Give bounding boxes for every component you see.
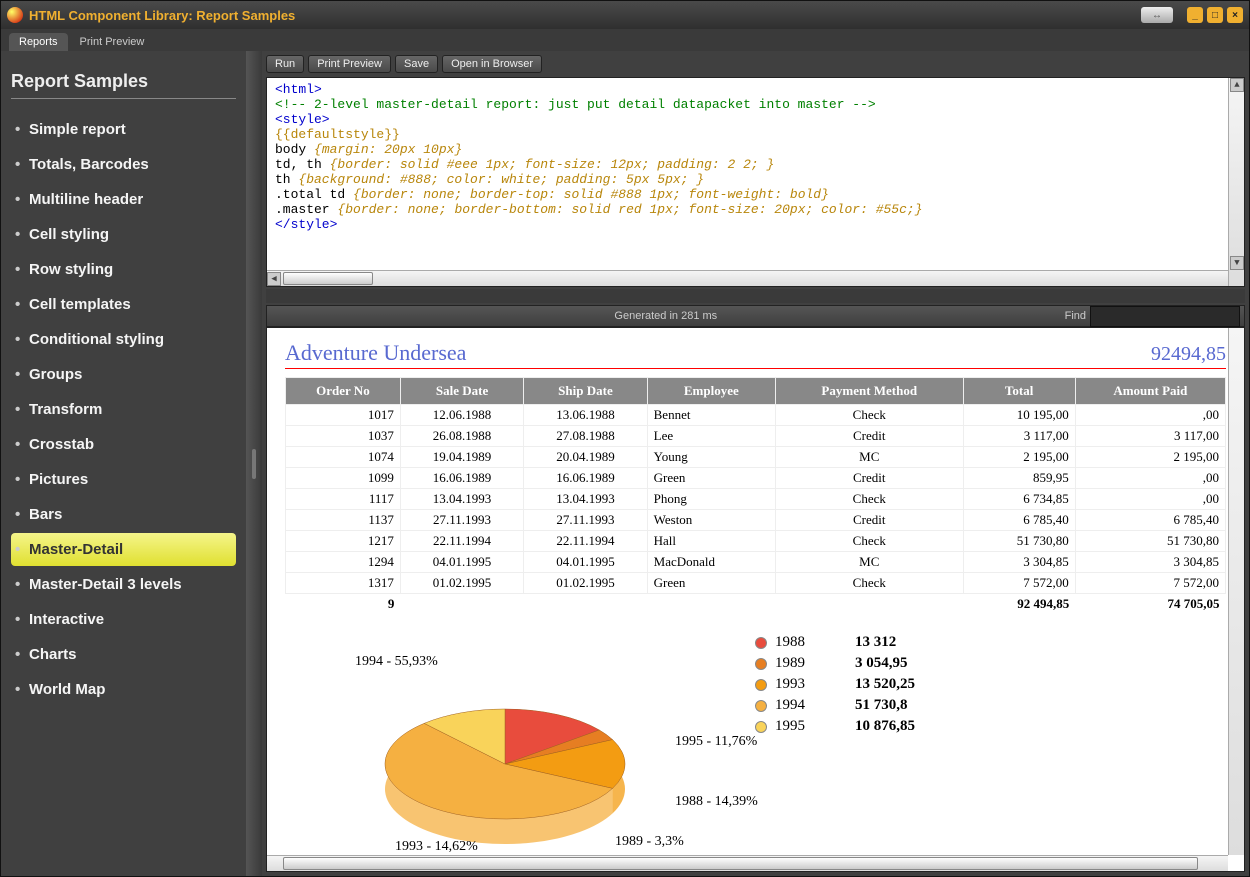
sidebar-item-cell-templates[interactable]: Cell templates [11, 288, 236, 321]
tab-print-preview[interactable]: Print Preview [70, 33, 155, 51]
run-button[interactable]: Run [266, 55, 304, 73]
table-total-row: 992 494,8574 705,05 [286, 594, 1226, 615]
sidebar-item-row-styling[interactable]: Row styling [11, 253, 236, 286]
col-header: Total [963, 378, 1075, 405]
sidebar-item-simple-report[interactable]: Simple report [11, 113, 236, 146]
sidebar-item-world-map[interactable]: World Map [11, 673, 236, 706]
sidebar-item-multiline-header[interactable]: Multiline header [11, 183, 236, 216]
pie-slice-label: 1993 - 14,62% [395, 839, 478, 855]
col-header: Amount Paid [1075, 378, 1225, 405]
master-header: Adventure Undersea 92494,85 [285, 340, 1226, 369]
sidebar-item-totals-barcodes[interactable]: Totals, Barcodes [11, 148, 236, 181]
legend-item: 198813 312 [755, 634, 915, 651]
detail-table: Order NoSale DateShip DateEmployeePaymen… [285, 377, 1226, 614]
sidebar-item-interactive[interactable]: Interactive [11, 603, 236, 636]
sidebar-item-charts[interactable]: Charts [11, 638, 236, 671]
fullscreen-toggle-button[interactable]: ↔ [1141, 7, 1173, 23]
sidebar-item-conditional-styling[interactable]: Conditional styling [11, 323, 236, 356]
main-tabbar: Reports Print Preview [1, 29, 1249, 51]
maximize-button[interactable]: □ [1207, 7, 1223, 23]
sidebar-item-crosstab[interactable]: Crosstab [11, 428, 236, 461]
app-window: HTML Component Library: Report Samples ↔… [0, 0, 1250, 877]
sidebar-item-groups[interactable]: Groups [11, 358, 236, 391]
scroll-thumb[interactable] [283, 857, 1198, 870]
master-total: 92494,85 [1151, 343, 1226, 366]
sidebar-item-bars[interactable]: Bars [11, 498, 236, 531]
status-bar: Generated in 281 ms Find [266, 305, 1245, 327]
minimize-button[interactable]: _ [1187, 7, 1203, 23]
table-row: 113727.11.199327.11.1993WestonCredit6 78… [286, 510, 1226, 531]
find-input[interactable] [1090, 306, 1240, 327]
col-header: Order No [286, 378, 401, 405]
horizontal-splitter[interactable] [266, 289, 1245, 303]
titlebar: HTML Component Library: Report Samples ↔… [1, 1, 1249, 29]
table-row: 109916.06.198916.06.1989GreenCredit859,9… [286, 468, 1226, 489]
legend-item: 199510 876,85 [755, 718, 915, 735]
table-row: 131701.02.199501.02.1995GreenCheck7 572,… [286, 573, 1226, 594]
app-logo-icon [7, 7, 23, 23]
print-preview-button[interactable]: Print Preview [308, 55, 391, 73]
col-header: Employee [647, 378, 775, 405]
scroll-thumb[interactable] [283, 272, 373, 285]
chart-area: 1994 - 55,93% 1995 - 11,76% 1988 - 14,39% 1… [285, 634, 1226, 854]
pie-slice-label: 1989 - 3,3% [615, 834, 684, 850]
sidebar-item-transform[interactable]: Transform [11, 393, 236, 426]
toolbar: Run Print Preview Save Open in Browser [262, 51, 1249, 77]
table-row: 101712.06.198813.06.1988BennetCheck10 19… [286, 405, 1226, 426]
preview-pane[interactable]: Adventure Undersea 92494,85 Order NoSale… [266, 327, 1245, 872]
open-in-browser-button[interactable]: Open in Browser [442, 55, 542, 73]
table-row: 107419.04.198920.04.1989YoungMC2 195,002… [286, 447, 1226, 468]
sidebar-item-master-detail-3-levels[interactable]: Master-Detail 3 levels [11, 568, 236, 601]
table-row: 111713.04.199313.04.1993PhongCheck6 734,… [286, 489, 1226, 510]
master-name: Adventure Undersea [285, 340, 466, 366]
generation-time-label: Generated in 281 ms [267, 310, 1065, 322]
save-button[interactable]: Save [395, 55, 438, 73]
chart-legend: 198813 312 19893 054,95 199313 520,25 19945… [755, 634, 915, 739]
code-editor[interactable]: <html><!-- 2-level master-detail report:… [266, 77, 1245, 287]
find-label: Find [1065, 310, 1086, 322]
sidebar-item-cell-styling[interactable]: Cell styling [11, 218, 236, 251]
table-row: 121722.11.199422.11.1994HallCheck51 730,… [286, 531, 1226, 552]
pie-slice-label: 1988 - 14,39% [675, 794, 758, 810]
table-row: 103726.08.198827.08.1988LeeCredit3 117,0… [286, 426, 1226, 447]
legend-item: 199451 730,8 [755, 697, 915, 714]
scroll-left-icon[interactable]: ◀ [267, 272, 281, 286]
pie-chart: 1994 - 55,93%1995 - 11,76%1988 - 14,39%1… [285, 634, 715, 854]
pie-slice-label: 1994 - 55,93% [355, 654, 438, 670]
col-header: Ship Date [524, 378, 647, 405]
vertical-splitter[interactable] [246, 51, 262, 876]
window-title: HTML Component Library: Report Samples [29, 8, 295, 23]
scroll-down-icon[interactable]: ▼ [1230, 256, 1244, 270]
table-row: 129404.01.199504.01.1995MacDonaldMC3 304… [286, 552, 1226, 573]
scroll-up-icon[interactable]: ▲ [1230, 78, 1244, 92]
preview-hscrollbar[interactable] [267, 855, 1228, 871]
sidebar-item-master-detail[interactable]: Master-Detail [11, 533, 236, 566]
legend-item: 19893 054,95 [755, 655, 915, 672]
legend-item: 199313 520,25 [755, 676, 915, 693]
code-vscrollbar[interactable]: ▲ ▼ [1228, 78, 1244, 286]
col-header: Payment Method [775, 378, 963, 405]
sidebar-item-pictures[interactable]: Pictures [11, 463, 236, 496]
pie-slice-label: 1995 - 11,76% [675, 734, 757, 750]
code-hscrollbar[interactable]: ◀ [267, 270, 1228, 286]
col-header: Sale Date [400, 378, 523, 405]
tab-reports[interactable]: Reports [9, 33, 68, 51]
sidebar: Report Samples Simple reportTotals, Barc… [1, 51, 246, 876]
close-button[interactable]: × [1227, 7, 1243, 23]
sidebar-header: Report Samples [11, 71, 236, 99]
preview-vscrollbar[interactable] [1228, 328, 1244, 855]
